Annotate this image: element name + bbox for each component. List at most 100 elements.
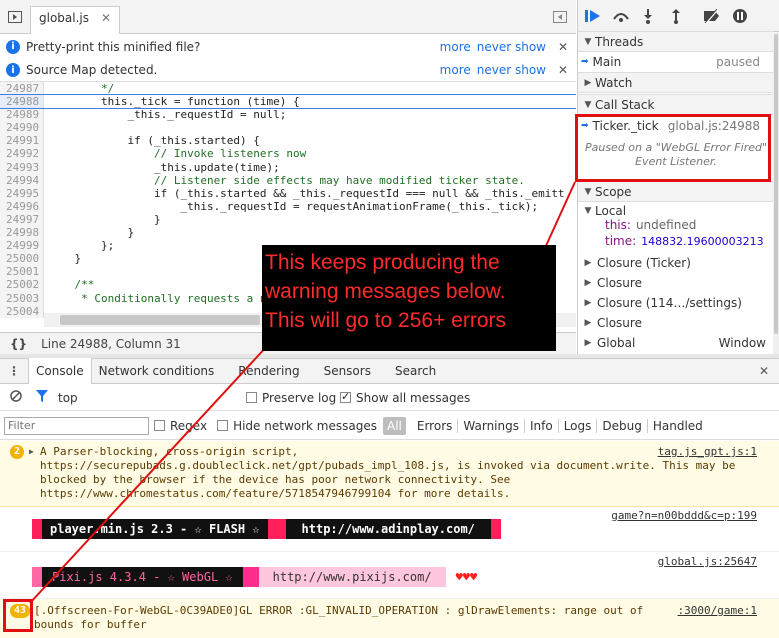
tab-rendering[interactable]: Rendering: [231, 358, 306, 384]
regex-checkbox[interactable]: Regex: [154, 419, 207, 433]
close-drawer-icon[interactable]: ✕: [759, 364, 769, 378]
level-handled-button[interactable]: Handled: [648, 419, 708, 433]
code-text: _this.update(time);: [48, 160, 280, 174]
code-text: // Listener side effects may have modifi…: [48, 173, 525, 187]
close-icon[interactable]: ✕: [558, 40, 568, 54]
info-icon: i: [6, 39, 20, 54]
context-selector[interactable]: top: [58, 391, 78, 405]
collapsed-triangle-icon: ▶: [584, 318, 592, 328]
level-debug-button[interactable]: Debug: [597, 418, 648, 433]
line-number[interactable]: 24999: [0, 239, 44, 253]
line-number[interactable]: 25000: [0, 252, 44, 266]
deactivate-breakpoints-icon[interactable]: [702, 6, 722, 26]
filter-icon[interactable]: [36, 390, 48, 405]
preserve-log-checkbox[interactable]: Preserve log: [246, 391, 336, 405]
code-line[interactable]: 24997 }: [0, 212, 576, 227]
code-line[interactable]: 24995 if (_this.started && _this._reques…: [0, 186, 576, 200]
pretty-print-braces-icon[interactable]: {}: [10, 337, 27, 351]
adinplay-banner: player.min.js 2.3 - ☆ FLASH ☆ http://www…: [32, 519, 501, 539]
code-line[interactable]: 24988 this._tick = function (time) {: [0, 94, 576, 110]
pause-on-exceptions-icon[interactable]: [730, 6, 750, 26]
line-number[interactable]: 24997: [0, 212, 44, 227]
show-all-messages-checkbox[interactable]: Show all messages: [340, 390, 470, 405]
debugger-toolbar: [578, 0, 779, 32]
sidebar-scrollbar[interactable]: [773, 32, 779, 354]
line-number[interactable]: 24996: [0, 199, 44, 213]
cursor-position: Line 24988, Column 31: [41, 336, 181, 351]
close-icon[interactable]: ✕: [558, 63, 568, 77]
line-number[interactable]: 24998: [0, 226, 44, 240]
file-tab[interactable]: global.js ✕: [30, 6, 121, 34]
tab-sensors[interactable]: Sensors: [317, 358, 378, 384]
resume-icon[interactable]: [583, 6, 603, 26]
line-number[interactable]: 25002: [0, 278, 44, 292]
annotation-highlight-box: [575, 114, 771, 182]
line-number[interactable]: 24991: [0, 134, 44, 148]
code-line[interactable]: 24994 // Listener side effects may have …: [0, 173, 576, 187]
scope-closure[interactable]: ▶ Closure (114…/settings): [578, 293, 774, 313]
line-number[interactable]: 25001: [0, 265, 44, 279]
code-line[interactable]: 24991 if (_this.started) {: [0, 134, 576, 148]
step-out-icon[interactable]: [666, 6, 686, 26]
level-errors-button[interactable]: Errors: [412, 418, 459, 433]
code-line[interactable]: 24992 // Invoke listeners now: [0, 147, 576, 161]
expand-triangle-icon[interactable]: ▶: [29, 445, 34, 459]
level-warnings-button[interactable]: Warnings: [458, 418, 525, 433]
console-log-message[interactable]: global.js:25647 Pixi.js 4.3.4 - ☆ WebGL …: [0, 552, 779, 599]
more-menu-icon[interactable]: ⋮: [0, 364, 28, 378]
level-logs-button[interactable]: Logs: [559, 418, 598, 433]
toggle-debugger-icon[interactable]: [550, 7, 570, 27]
expanded-triangle-icon: ▼: [584, 186, 592, 197]
line-number[interactable]: 25003: [0, 291, 44, 305]
line-number[interactable]: 24988: [0, 95, 44, 109]
threads-section-header[interactable]: ▼ Threads: [578, 31, 774, 52]
source-map-infobar: i Source Map detected. more never show ✕: [0, 59, 576, 82]
call-stack-section-header[interactable]: ▼ Call Stack: [578, 94, 774, 115]
console-warning-message[interactable]: 2 ▶ A Parser-blocking, cross-origin scri…: [0, 441, 779, 507]
never-show-link[interactable]: never show: [477, 63, 546, 77]
scope-closure[interactable]: ▶ Closure (Ticker): [578, 253, 774, 273]
line-number[interactable]: 24995: [0, 186, 44, 200]
scope-closure[interactable]: ▶ Closure: [578, 313, 774, 333]
scope-section-header[interactable]: ▼ Scope: [578, 181, 774, 202]
clear-console-icon[interactable]: [10, 390, 22, 405]
step-into-icon[interactable]: [638, 6, 658, 26]
watch-section-header[interactable]: ▶ Watch: [578, 72, 774, 93]
code-line[interactable]: 24996 _this._requestId = requestAnimatio…: [0, 199, 576, 213]
message-source-link[interactable]: global.js:25647: [658, 555, 757, 569]
toggle-navigator-icon[interactable]: [5, 7, 25, 27]
close-icon[interactable]: ✕: [101, 11, 111, 25]
level-info-button[interactable]: Info: [525, 418, 559, 433]
thread-main[interactable]: ➡ Main paused: [578, 52, 774, 72]
line-number[interactable]: 24990: [0, 121, 44, 135]
line-number[interactable]: 24994: [0, 173, 44, 187]
code-line[interactable]: 24998 }: [0, 226, 576, 240]
line-number[interactable]: 24993: [0, 160, 44, 174]
more-link[interactable]: more: [440, 40, 471, 54]
message-source-link[interactable]: tag.js_gpt.js:1: [658, 445, 757, 459]
message-source-link[interactable]: :3000/game:1: [678, 604, 757, 618]
code-line[interactable]: 24989 _this._requestId = null;: [0, 108, 576, 122]
console-warning-message[interactable]: 43 [.Offscreen-For-WebGL-0C39ADE0]GL ERR…: [0, 599, 779, 638]
line-number[interactable]: 25004: [0, 304, 44, 318]
line-number[interactable]: 24989: [0, 108, 44, 122]
scope-closure[interactable]: ▶ Closure: [578, 273, 774, 293]
code-line[interactable]: 24990: [0, 121, 576, 135]
code-line[interactable]: 24993 _this.update(time);: [0, 160, 576, 174]
scope-global[interactable]: ▶ Global Window: [578, 333, 774, 353]
filter-input[interactable]: [4, 416, 149, 435]
more-link[interactable]: more: [440, 63, 471, 77]
line-number[interactable]: 24987: [0, 82, 44, 96]
line-number[interactable]: 24992: [0, 147, 44, 161]
tab-console[interactable]: Console: [28, 358, 92, 384]
code-line[interactable]: 24987 */: [0, 82, 576, 96]
hide-network-checkbox[interactable]: Hide network messages: [217, 419, 377, 433]
level-all-button[interactable]: All: [382, 416, 406, 435]
code-text: }: [48, 252, 82, 266]
never-show-link[interactable]: never show: [477, 40, 546, 54]
tab-network-conditions[interactable]: Network conditions: [92, 358, 222, 384]
tab-search[interactable]: Search: [388, 358, 443, 384]
step-over-icon[interactable]: [611, 6, 631, 26]
message-source-link[interactable]: game?n=n00bddd&c=p:199: [611, 509, 757, 523]
console-log-message[interactable]: game?n=n00bddd&c=p:199 player.min.js 2.3…: [0, 507, 779, 552]
